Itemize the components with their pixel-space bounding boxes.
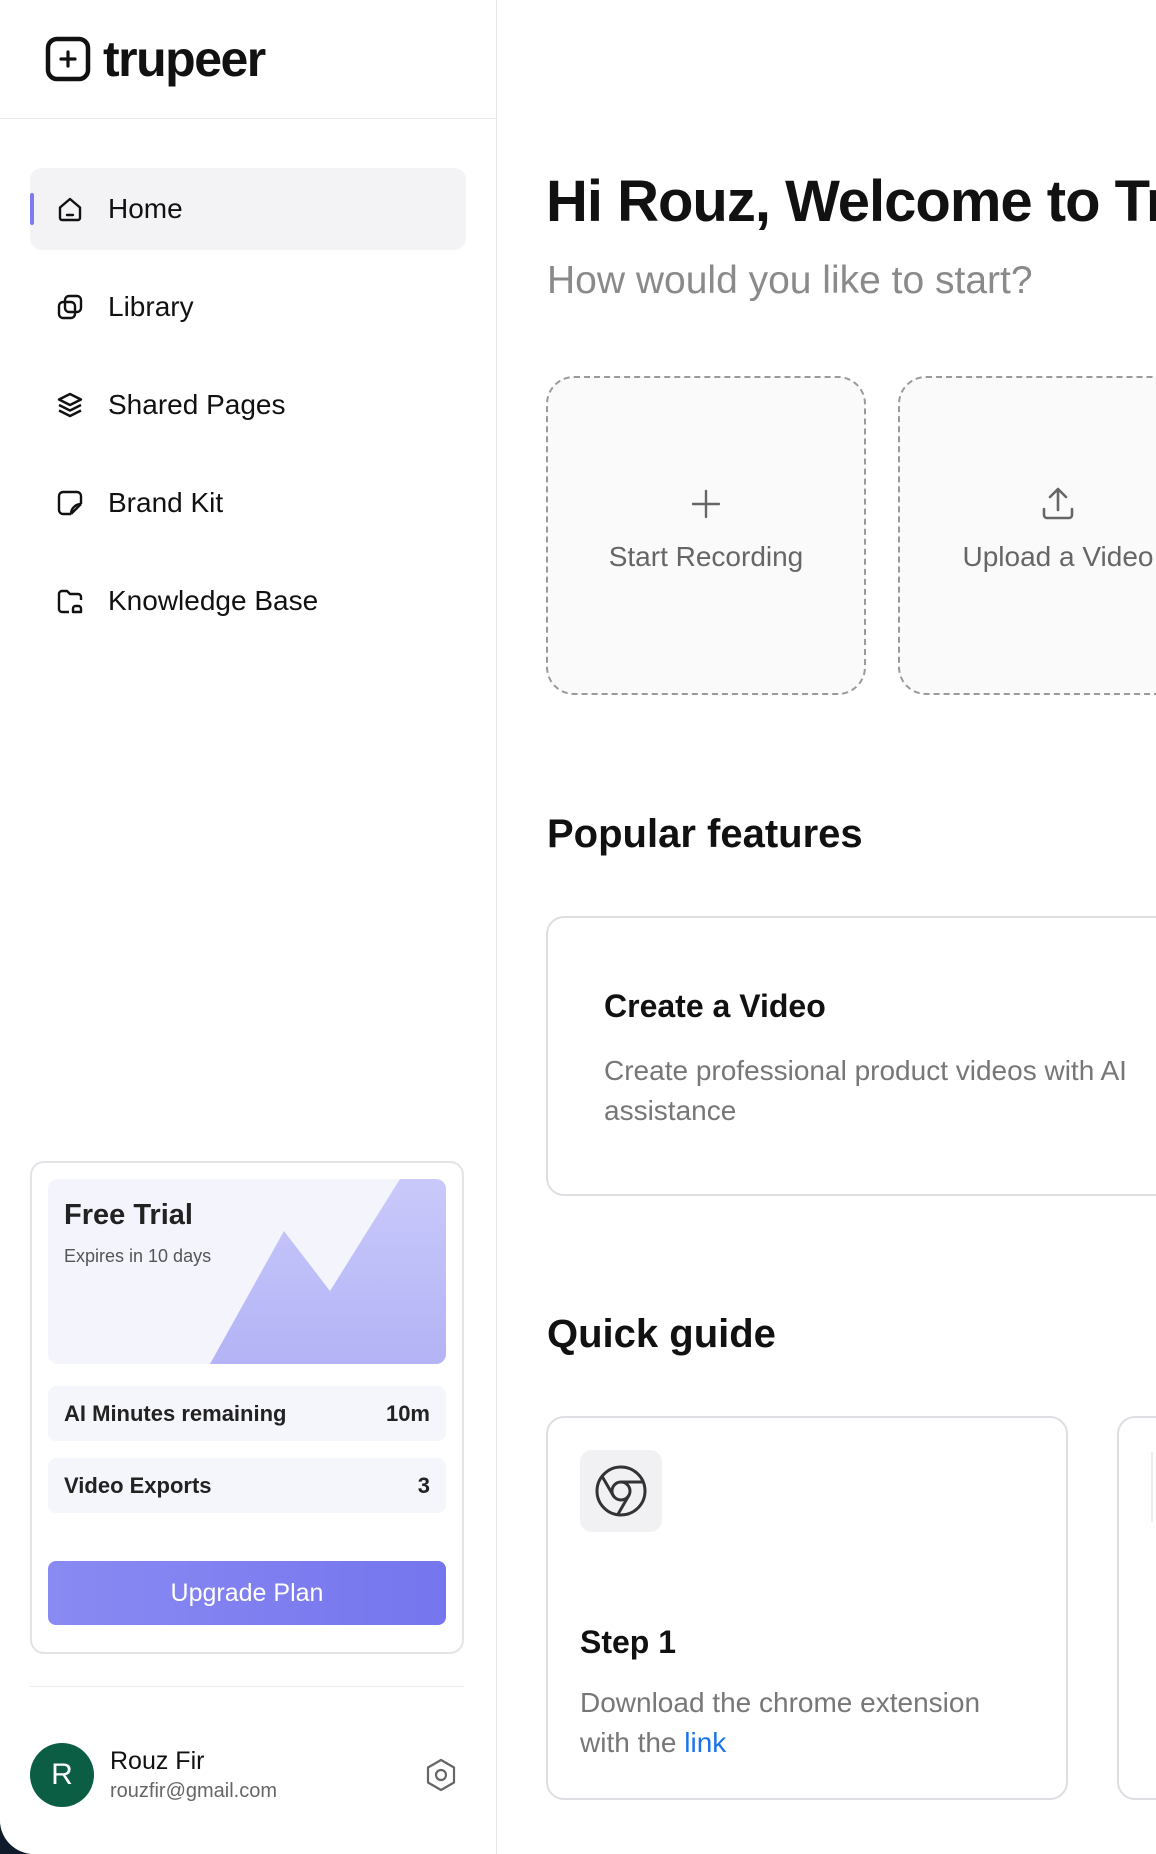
stat-label: AI Minutes remaining <box>64 1400 287 1426</box>
chrome-extension-link[interactable]: link <box>684 1727 726 1758</box>
trial-banner: Free Trial Expires in 10 days <box>48 1179 446 1364</box>
user-email: rouzfir@gmail.com <box>110 1780 278 1802</box>
guide-step-card-next <box>1117 1416 1156 1800</box>
guide-step-title: Step 1 <box>580 1624 677 1660</box>
feature-description: Create professional product videos with … <box>604 1055 1127 1126</box>
sidebar-item-label: Knowledge Base <box>108 585 319 616</box>
sidebar-item-label: Home <box>108 193 183 224</box>
guide-step-description: Download the chrome extension with the l… <box>580 1683 1034 1763</box>
plus-icon <box>691 489 721 518</box>
stat-label: Video Exports <box>64 1472 212 1498</box>
sidebar-nav: Home Library Shared Pages Brand Kit Know… <box>0 119 496 642</box>
guide-step-card: Step 1 Download the chrome extension wit… <box>546 1416 1068 1800</box>
sidebar-item-shared-pages[interactable]: Shared Pages <box>30 364 466 446</box>
create-video-card[interactable]: Create a Video Create professional produ… <box>546 916 1156 1196</box>
quick-guide-heading: Quick guide <box>547 1312 776 1356</box>
sidebar-item-home[interactable]: Home <box>30 168 466 250</box>
sidebar-item-brand-kit[interactable]: Brand Kit <box>30 462 466 544</box>
user-profile[interactable]: R Rouz Fir rouzfir@gmail.com <box>30 1743 464 1807</box>
sidebar-item-label: Library <box>108 291 194 322</box>
ai-minutes-stat: AI Minutes remaining 10m <box>48 1386 446 1441</box>
app-window: trupeer Home Library Shared Pages Brand … <box>0 0 1156 1854</box>
feature-title: Create a Video <box>604 988 826 1024</box>
sidebar-item-library[interactable]: Library <box>30 266 466 348</box>
stat-value: 3 <box>417 1472 430 1498</box>
upload-icon <box>1042 487 1074 519</box>
trial-expiry: Expires in 10 days <box>64 1246 212 1266</box>
brand-name: trupeer <box>103 31 266 87</box>
page-subtitle: How would you like to start? <box>547 259 1033 302</box>
settings-icon[interactable] <box>422 1756 460 1794</box>
chrome-icon <box>595 1465 647 1517</box>
free-trial-card: Free Trial Expires in 10 days AI Minutes… <box>30 1161 464 1654</box>
user-name: Rouz Fir <box>110 1747 205 1775</box>
folder-icon <box>57 589 83 614</box>
start-recording-card[interactable]: Start Recording <box>546 376 866 695</box>
brand-logo[interactable]: trupeer <box>0 0 496 119</box>
guide-description-text: Download the chrome extension with the <box>580 1687 981 1758</box>
brand-kit-icon <box>57 490 83 516</box>
user-info: Rouz Fir rouzfir@gmail.com <box>110 1747 277 1803</box>
action-label: Upload a Video <box>962 540 1154 572</box>
page-title: Hi Rouz, Welcome to Tru <box>546 169 1156 234</box>
home-icon <box>58 197 82 222</box>
stat-value: 10m <box>385 1400 430 1426</box>
avatar: R <box>30 1743 94 1807</box>
upgrade-plan-button[interactable]: Upgrade Plan <box>48 1561 446 1625</box>
sidebar-item-label: Brand Kit <box>108 487 224 518</box>
action-label: Start Recording <box>608 540 804 572</box>
card-edge <box>1151 1452 1153 1522</box>
main-content: Hi Rouz, Welcome to Tru How would you li… <box>498 0 1156 1854</box>
layers-icon <box>57 392 83 418</box>
sidebar-item-knowledge-base[interactable]: Knowledge Base <box>30 560 466 642</box>
chrome-icon-box <box>580 1450 662 1532</box>
sidebar-item-label: Shared Pages <box>108 389 286 420</box>
library-icon <box>57 294 83 320</box>
sidebar: trupeer Home Library Shared Pages Brand … <box>0 0 497 1854</box>
trial-title: Free Trial <box>64 1199 193 1231</box>
trupeer-logo-icon <box>45 36 91 82</box>
video-exports-stat: Video Exports 3 <box>48 1458 446 1513</box>
divider <box>30 1686 464 1687</box>
popular-features-heading: Popular features <box>547 812 863 856</box>
upload-video-card[interactable]: Upload a Video <box>898 376 1156 695</box>
